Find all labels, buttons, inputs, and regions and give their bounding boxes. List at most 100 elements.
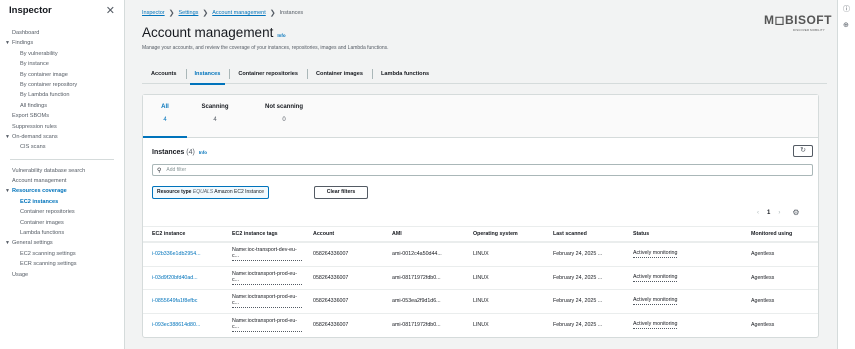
ami-id: ami-08171972fdb0...	[392, 321, 441, 328]
last-scanned: February 24, 2025 ...	[553, 243, 633, 266]
status-text: Actively monitoring	[633, 320, 678, 329]
sidebar-title: Inspector	[9, 4, 52, 16]
sidebar-item-by-vulnerability[interactable]: By vulnerability	[0, 49, 124, 59]
instance-tags: Name:ioc-transport-dev-eu-c...	[232, 243, 302, 266]
monitored-using: Agentless	[751, 274, 775, 281]
info-icon[interactable]: ⓘ	[843, 4, 850, 14]
sidebar-item-by-container-repository[interactable]: By container repository	[0, 80, 124, 90]
column-header-operating-system[interactable]: Operating system	[473, 227, 549, 241]
filter-bar[interactable]: ⚲	[152, 164, 813, 176]
stat-scanning-label: Scanning	[201, 104, 229, 110]
sidebar-item-ec2-scanning-settings[interactable]: EC2 scanning settings	[0, 249, 124, 259]
stat-all[interactable]: All 4	[157, 104, 173, 123]
status-text: Actively monitoring	[633, 297, 678, 306]
sidebar-item-label: Container repositories	[20, 209, 75, 216]
sidebar-item-label: Findings	[12, 40, 34, 47]
utility-rail: ⓘ ⊕	[837, 0, 855, 349]
table-header-row: EC2 instance EC2 instance tags Account A…	[143, 226, 818, 242]
tab-instances[interactable]: Instances	[185, 64, 230, 85]
filter-token[interactable]: Resource type EQUALS Amazon EC2 Instance	[152, 186, 270, 199]
sidebar-item-all-findings[interactable]: All findings	[0, 101, 124, 111]
last-scanned-text: February 24, 2025 ...	[553, 321, 603, 328]
table-row[interactable]: i-093ec388614d80... Name:ioctransport-pro…	[143, 312, 818, 337]
column-header-ec2-instance-tags[interactable]: EC2 instance tags	[232, 227, 302, 241]
instances-info-link[interactable]: Info	[199, 150, 207, 155]
sidebar-item-ecr-scanning-settings[interactable]: ECR scanning settings	[0, 259, 124, 269]
instance-id-link[interactable]: i-02b336e1db2954...	[152, 243, 230, 266]
tab-accounts[interactable]: Accounts	[142, 64, 186, 84]
sidebar-item-by-lambda-function[interactable]: By Lambda function	[0, 90, 124, 100]
instance-id-link[interactable]: i-093ec388614d80...	[152, 314, 230, 337]
account-id: 058264336007	[313, 274, 349, 281]
sidebar-item-findings[interactable]: ▼ Findings	[0, 38, 124, 48]
next-page-icon[interactable]: ›	[778, 210, 780, 216]
sidebar-item-label: By Lambda function	[20, 92, 70, 99]
column-header-monitored-using[interactable]: Monitored using	[751, 227, 816, 241]
sidebar-item-resources-coverage[interactable]: ▼ Resources coverage	[0, 186, 124, 196]
page-number[interactable]: 1	[767, 210, 770, 216]
close-icon[interactable]: ✕	[106, 4, 115, 17]
tab-lambda-functions[interactable]: Lambda functions	[371, 64, 438, 84]
filter-input[interactable]	[166, 167, 767, 173]
column-header-status[interactable]: Status	[633, 227, 733, 241]
sidebar-item-export-sboms[interactable]: Export SBOMs	[0, 111, 124, 121]
sidebar-item-container-images[interactable]: Container images	[0, 218, 124, 228]
sidebar-item-usage[interactable]: Usage	[0, 270, 124, 280]
breadcrumb-account-management[interactable]: Account management	[212, 10, 266, 16]
prev-page-icon[interactable]: ‹	[757, 210, 759, 216]
instance-id-link[interactable]: i-0855649fa1f8efbc	[152, 290, 230, 313]
column-header-ec2-instance[interactable]: EC2 instance	[152, 227, 230, 241]
sidebar-item-dashboard[interactable]: Dashboard	[0, 28, 124, 38]
status: Actively monitoring	[633, 243, 733, 266]
info-link[interactable]: Info	[277, 33, 285, 38]
breadcrumb-settings[interactable]: Settings	[179, 10, 199, 16]
monitored-using: Agentless	[751, 321, 775, 328]
table-row[interactable]: i-03d9f20bfd40ad... Name:ioctransport-pro…	[143, 265, 818, 290]
sidebar-item-lambda-functions[interactable]: Lambda functions	[0, 228, 124, 238]
sidebar-item-label: General settings	[12, 240, 53, 247]
sidebar-item-label: By container repository	[20, 81, 78, 88]
table-row[interactable]: i-0855649fa1f8efbc Name:ioctransport-prod…	[143, 289, 818, 313]
instance-id-link[interactable]: i-03d9f20bfd40ad...	[152, 267, 230, 290]
scan-status-summary: All 4 Scanning 4 Not scanning 0	[143, 95, 818, 138]
last-scanned: February 24, 2025 ...	[553, 290, 633, 313]
sidebar-item-suppression-rules[interactable]: Suppression rules	[0, 122, 124, 132]
main-content: Inspector ❯ Settings ❯ Account managemen…	[126, 0, 836, 349]
sidebar-item-container-repositories[interactable]: Container repositories	[0, 207, 124, 217]
feedback-icon[interactable]: ⊕	[843, 21, 849, 29]
sidebar-item-cis-scans[interactable]: CIS scans	[0, 142, 124, 152]
instances-count: (4)	[186, 149, 195, 156]
sidebar-item-label: ECR scanning settings	[20, 261, 77, 268]
sidebar-item-account-management[interactable]: Account management	[0, 176, 124, 186]
sidebar-item-on-demand-scans[interactable]: ▼ On-demand scans	[0, 132, 124, 142]
sidebar-item-by-container-image[interactable]: By container image	[0, 70, 124, 80]
clear-filters-button[interactable]: Clear filters	[314, 186, 368, 199]
last-scanned-text: February 24, 2025 ...	[553, 274, 603, 281]
column-header-ami[interactable]: AMI	[392, 227, 470, 241]
sidebar-item-label: By instance	[20, 61, 49, 68]
instances-heading: Instances (4) Info	[152, 149, 207, 156]
column-header-last-scanned[interactable]: Last scanned	[553, 227, 633, 241]
table-row[interactable]: i-02b336e1db2954... Name:ioc-transport-de…	[143, 242, 818, 266]
sidebar-item-label: Vulnerability database search	[12, 167, 86, 174]
stat-not-scanning-label: Not scanning	[264, 104, 303, 110]
operating-system: LINUX	[473, 251, 489, 258]
gear-icon[interactable]: ⚙	[792, 208, 799, 217]
refresh-button[interactable]: ↻	[793, 145, 813, 157]
stat-not-scanning[interactable]: Not scanning 0	[259, 104, 309, 123]
filter-token-operator: EQUALS	[192, 189, 214, 195]
sidebar-item-by-instance[interactable]: By instance	[0, 59, 124, 69]
sidebar-item-general-settings[interactable]: ▼ General settings	[0, 238, 124, 248]
stat-scanning[interactable]: Scanning 4	[199, 104, 231, 123]
sidebar-item-label: CIS scans	[20, 144, 46, 151]
sidebar-item-vulnerability-database-search[interactable]: Vulnerability database search	[0, 166, 124, 176]
tab-container-images[interactable]: Container images	[307, 64, 372, 84]
tab-container-repositories[interactable]: Container repositories	[229, 64, 307, 84]
stat-not-scanning-value: 0	[282, 117, 286, 123]
sidebar-item-ec2-instances[interactable]: EC2 instances	[0, 197, 124, 207]
instance-tags-text: Name:ioctransport-prod-eu-c...	[232, 271, 302, 285]
breadcrumb-inspector[interactable]: Inspector	[142, 10, 165, 16]
selected-stat-indicator	[143, 136, 187, 138]
column-header-account[interactable]: Account	[313, 227, 389, 241]
caret-down-icon: ▼	[5, 133, 10, 140]
